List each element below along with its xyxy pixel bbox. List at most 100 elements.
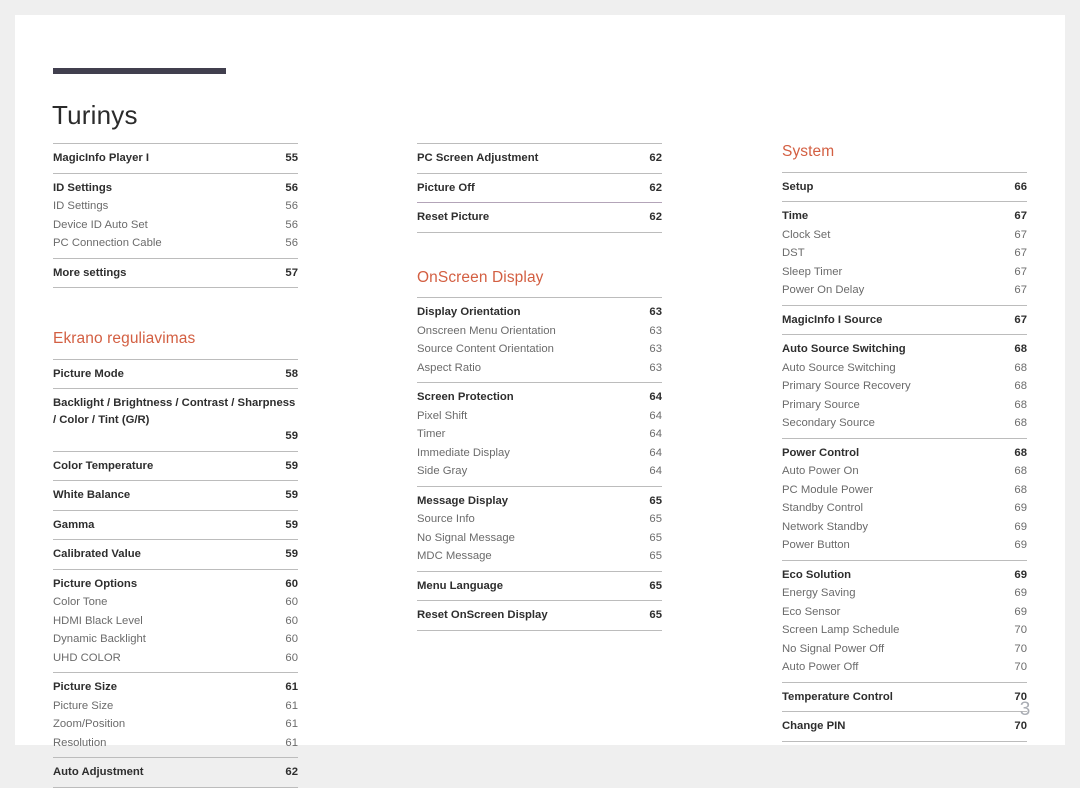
toc-entry[interactable]: Pixel Shift 64 (417, 407, 662, 426)
toc-group: Reset OnScreen Display 65 (417, 600, 662, 631)
toc-entry-page-number: 60 (285, 614, 298, 627)
toc-entry[interactable]: MagicInfo Player I 55 (53, 149, 298, 168)
toc-entry[interactable]: Auto Power Off 70 (782, 658, 1027, 677)
toc-group: Picture Mode 58 (53, 358, 298, 389)
toc-entry-label: Picture Size (53, 699, 114, 712)
toc-entry[interactable]: Change PIN 70 (782, 717, 1027, 736)
toc-entry[interactable]: Power On Delay 67 (782, 281, 1027, 300)
toc-entry-page-number: 67 (1014, 265, 1027, 278)
toc-entry[interactable]: Time 67 (782, 207, 1027, 226)
toc-entry[interactable]: Power Control 68 (782, 444, 1027, 463)
toc-entry[interactable]: Source Info 65 (417, 510, 662, 529)
toc-entry-page-number: 69 (1014, 520, 1027, 533)
toc-entry[interactable]: Secondary Source 68 (782, 414, 1027, 433)
toc-entry[interactable]: Auto Adjustment 62 (53, 763, 298, 782)
toc-entry[interactable]: Temperature Control 70 (782, 688, 1027, 707)
page-number: 3 (1019, 699, 1031, 720)
toc-column-right: System Setup 66 Time 67 Clock Set 67 DST 67 Sleep… (782, 143, 1027, 788)
toc-entry[interactable]: No Signal Power Off 70 (782, 640, 1027, 659)
toc-entry[interactable]: Primary Source 68 (782, 396, 1027, 415)
toc-entry-label: Reset Picture (417, 211, 490, 223)
toc-entry-label: Timer (417, 428, 446, 441)
toc-entry-page-number: 62 (649, 152, 662, 164)
toc-entry[interactable]: Clock Set 67 (782, 226, 1027, 245)
toc-entry[interactable]: Auto Source Switching 68 (782, 340, 1027, 359)
toc-entry[interactable]: Standby Control 69 (782, 499, 1027, 518)
toc-entry[interactable]: Picture Options 60 (53, 575, 298, 594)
toc-entry[interactable]: Color Tone 60 (53, 593, 298, 612)
toc-entry[interactable]: Reset Picture 62 (417, 208, 662, 227)
toc-group: MagicInfo I Source 67 (782, 304, 1027, 335)
toc-entry[interactable]: Picture Mode 58 (53, 365, 298, 384)
toc-entry[interactable]: Picture Off 62 (417, 179, 662, 198)
toc-entry[interactable]: Timer 64 (417, 425, 662, 444)
toc-entry[interactable]: Primary Source Recovery 68 (782, 377, 1027, 396)
toc-entry[interactable]: Picture Size 61 (53, 678, 298, 697)
toc-entry-page-number: 61 (285, 681, 298, 694)
toc-entry[interactable]: Backlight / Brightness / Contrast / Shar… (53, 394, 298, 446)
toc-entry[interactable]: Display Orientation 63 (417, 303, 662, 322)
toc-entry-label: UHD COLOR (53, 651, 121, 664)
toc-entry[interactable]: Network Standby 69 (782, 518, 1027, 537)
toc-entry-label: Picture Mode (53, 367, 124, 380)
page-title: Turinys (52, 100, 138, 131)
toc-entry[interactable]: MDC Message 65 (417, 547, 662, 566)
toc-entry[interactable]: Dynamic Backlight 60 (53, 630, 298, 649)
toc-entry[interactable]: PC Screen Adjustment 62 (417, 149, 662, 168)
toc-entry-page-number: 67 (1014, 247, 1027, 260)
toc-entry-label: More settings (53, 266, 127, 279)
toc-entry-label: Color Tone (53, 596, 108, 609)
toc-entry-label: No Signal Power Off (782, 642, 885, 655)
toc-entry-label: Source Info (417, 513, 475, 526)
toc-entry-page-number: 69 (1014, 605, 1027, 618)
toc-entry[interactable]: Calibrated Value 59 (53, 545, 298, 564)
toc-entry[interactable]: HDMI Black Level 60 (53, 612, 298, 631)
toc-entry[interactable]: Device ID Auto Set 56 (53, 216, 298, 235)
toc-entry[interactable]: PC Module Power 68 (782, 481, 1027, 500)
toc-entry[interactable]: Screen Lamp Schedule 70 (782, 621, 1027, 640)
toc-entry[interactable]: Sleep Timer 67 (782, 263, 1027, 282)
toc-entry[interactable]: Gamma 59 (53, 516, 298, 535)
toc-entry[interactable]: Energy Saving 69 (782, 584, 1027, 603)
toc-entry[interactable]: Auto Source Switching 68 (782, 359, 1027, 378)
toc-group: Eco Solution 69 Energy Saving 69 Eco Sensor 6… (782, 559, 1027, 682)
toc-group: Picture Size 61 Picture Size 61 Zoom/Positio… (53, 672, 298, 757)
toc-entry[interactable]: Reset OnScreen Display 65 (417, 606, 662, 625)
toc-entry[interactable]: PC Connection Cable 56 (53, 234, 298, 253)
toc-entry[interactable]: Power Button 69 (782, 536, 1027, 555)
toc-entry[interactable]: More settings 57 (53, 264, 298, 283)
toc-entry[interactable]: Message Display 65 (417, 492, 662, 511)
toc-entry[interactable]: Onscreen Menu Orientation 63 (417, 322, 662, 341)
toc-entry[interactable]: ID Settings 56 (53, 197, 298, 216)
toc-entry-label: Time (782, 210, 809, 223)
toc-entry[interactable]: Source Content Orientation 63 (417, 340, 662, 359)
toc-group: Temperature Control 70 (782, 681, 1027, 712)
toc-entry[interactable]: Side Gray 64 (417, 462, 662, 481)
toc-entry[interactable]: MagicInfo I Source 67 (782, 311, 1027, 330)
toc-entry[interactable]: ID Settings 56 (53, 179, 298, 198)
toc-entry[interactable]: Screen Protection 64 (417, 388, 662, 407)
toc-entry[interactable]: Resolution 61 (53, 734, 298, 753)
toc-entry-page-number: 60 (285, 651, 298, 664)
toc-entry[interactable]: Picture Size 61 (53, 697, 298, 716)
toc-entry-page-number: 68 (1014, 361, 1027, 374)
toc-entry[interactable]: UHD COLOR 60 (53, 649, 298, 668)
toc-entry[interactable]: DST 67 (782, 244, 1027, 263)
toc-entry[interactable]: Zoom/Position 61 (53, 715, 298, 734)
toc-entry[interactable]: Color Temperature 59 (53, 457, 298, 476)
section-heading: System (782, 143, 835, 160)
toc-entry[interactable]: Immediate Display 64 (417, 444, 662, 463)
toc-entry[interactable]: White Balance 59 (53, 486, 298, 505)
toc-entry[interactable]: Eco Sensor 69 (782, 603, 1027, 622)
toc-entry[interactable]: Auto Power On 68 (782, 462, 1027, 481)
toc-entry-label: DST (782, 247, 805, 260)
toc-entry[interactable]: Aspect Ratio 63 (417, 359, 662, 378)
toc-entry[interactable]: No Signal Message 65 (417, 529, 662, 548)
toc-entry-label: Gamma (53, 518, 95, 531)
toc-entry[interactable]: Eco Solution 69 (782, 566, 1027, 585)
toc-entry-page-number: 64 (649, 465, 662, 478)
toc-entry[interactable]: Setup 66 (782, 178, 1027, 197)
toc-entry-label: Picture Off (417, 181, 475, 194)
toc-group: Backlight / Brightness / Contrast / Shar… (53, 388, 298, 451)
toc-entry[interactable]: Menu Language 65 (417, 577, 662, 596)
